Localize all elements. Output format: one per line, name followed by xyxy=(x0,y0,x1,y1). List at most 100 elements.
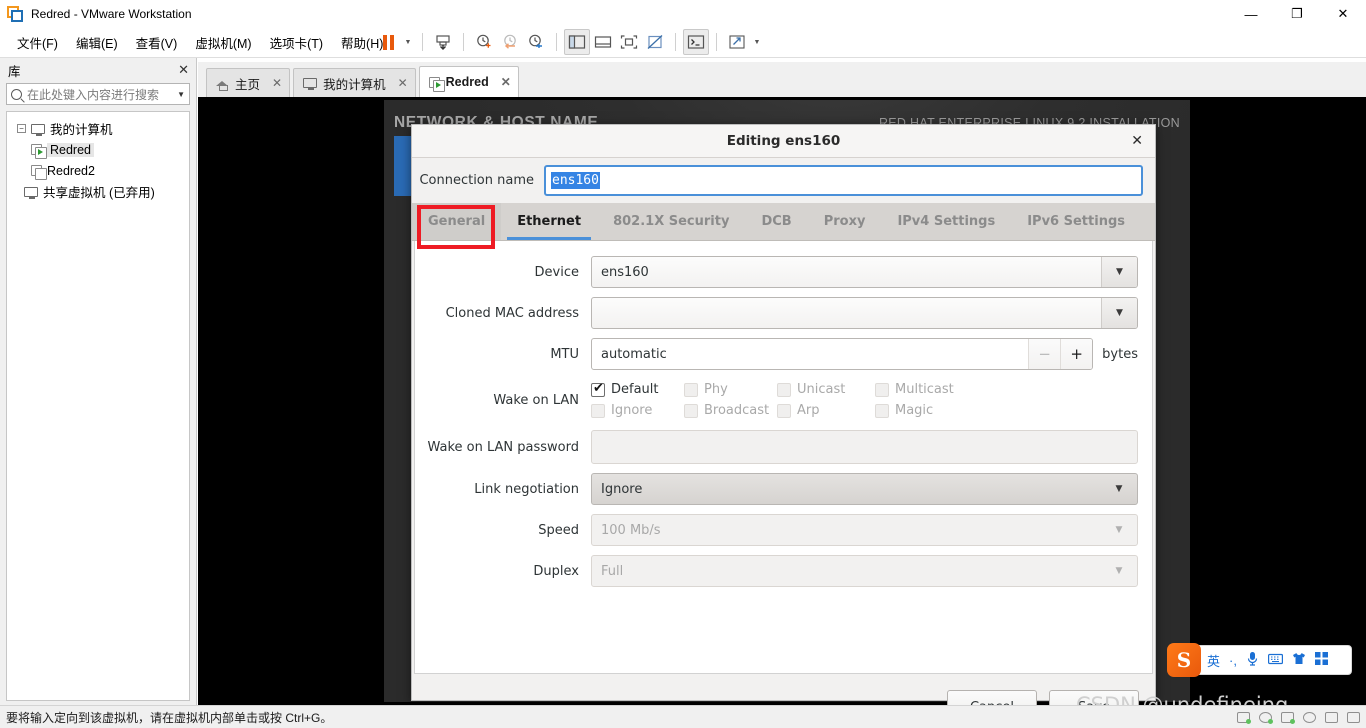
tab-proxy[interactable]: Proxy xyxy=(808,203,882,240)
tab-home[interactable]: 主页 ✕ xyxy=(206,68,291,97)
connection-name-label: Connection name xyxy=(419,173,534,188)
tab-close-icon[interactable]: ✕ xyxy=(501,75,511,89)
unity-mode-icon[interactable] xyxy=(642,29,668,55)
duplex-combobox[interactable]: Full ▼ xyxy=(591,555,1138,587)
wol-option-arp[interactable]: Arp xyxy=(777,403,875,418)
tab-ipv4-settings[interactable]: IPv4 Settings xyxy=(881,203,1011,240)
tab-my-computer[interactable]: 我的计算机 ✕ xyxy=(293,68,416,97)
show-library-icon[interactable] xyxy=(564,29,590,55)
keyboard-icon[interactable] xyxy=(1267,653,1283,668)
checkbox-icon[interactable] xyxy=(684,382,698,397)
microphone-icon[interactable] xyxy=(1246,651,1259,669)
tab-ethernet[interactable]: Ethernet xyxy=(501,203,597,240)
close-button[interactable]: ✕ xyxy=(1320,0,1366,28)
wol-options-row-1: Default Phy Unicast Multicast xyxy=(591,379,1138,400)
cloned-mac-combobox[interactable]: ▼ xyxy=(591,297,1138,329)
shared-vm-icon xyxy=(24,186,38,199)
vmware-workstation-window: Redred - VMware Workstation — ❐ ✕ 文件(F) … xyxy=(0,0,1366,728)
duplex-row: Duplex Full ▼ xyxy=(415,555,1152,587)
sound-card-icon[interactable] xyxy=(1325,711,1338,723)
wol-option-broadcast[interactable]: Broadcast xyxy=(684,403,777,418)
mtu-decrement-button[interactable]: − xyxy=(1028,339,1061,369)
checkbox-icon[interactable] xyxy=(777,403,791,418)
dialog-close-icon[interactable]: ✕ xyxy=(1131,133,1143,149)
speed-label: Speed xyxy=(538,522,579,538)
chevron-down-icon[interactable]: ▼ xyxy=(177,90,185,99)
tab-8021x-security[interactable]: 802.1X Security xyxy=(597,203,745,240)
stretch-icon[interactable] xyxy=(724,29,750,55)
mtu-increment-button[interactable]: + xyxy=(1060,339,1093,369)
speed-value: 100 Mb/s xyxy=(601,522,661,538)
stretch-dropdown-caret[interactable]: ▼ xyxy=(750,39,764,46)
library-search-box[interactable]: 在此处键入内容进行搜索 ▼ xyxy=(6,83,190,105)
tree-expand-toggle[interactable]: − xyxy=(17,124,26,133)
chevron-down-icon[interactable]: ▼ xyxy=(1101,474,1137,504)
wol-options-row-2: Ignore Broadcast Arp Magic xyxy=(591,400,1138,421)
show-thumbnail-bar-icon[interactable] xyxy=(590,29,616,55)
tab-general[interactable]: General xyxy=(412,203,502,240)
checkbox-icon[interactable] xyxy=(875,403,889,418)
wol-option-ignore[interactable]: Ignore xyxy=(591,403,684,418)
link-negotiation-combobox[interactable]: Ignore ▼ xyxy=(591,473,1138,505)
tab-close-icon[interactable]: ✕ xyxy=(398,76,408,90)
mtu-spinner[interactable]: automatic − + xyxy=(591,338,1094,370)
checkbox-icon[interactable] xyxy=(591,403,605,418)
usb-controller-icon[interactable] xyxy=(1303,711,1316,723)
wol-option-unicast[interactable]: Unicast xyxy=(777,382,875,397)
connection-name-input[interactable]: ens160 xyxy=(544,165,1143,196)
apps-grid-icon[interactable] xyxy=(1314,652,1328,668)
fullscreen-icon[interactable] xyxy=(616,29,642,55)
vm-running-icon xyxy=(428,76,445,92)
wol-option-multicast[interactable]: Multicast xyxy=(875,382,957,397)
wake-on-lan-options: Default Phy Unicast Multicast xyxy=(591,379,1138,421)
wol-password-input[interactable] xyxy=(591,430,1138,464)
tab-ipv6-settings[interactable]: IPv6 Settings xyxy=(1011,203,1141,240)
checkbox-icon[interactable] xyxy=(777,382,791,397)
toolbar-separator xyxy=(0,57,1366,58)
skin-icon[interactable] xyxy=(1292,652,1306,668)
hard-disk-icon[interactable] xyxy=(1237,711,1251,724)
console-icon[interactable] xyxy=(683,29,709,55)
maximize-button[interactable]: ❐ xyxy=(1274,0,1320,28)
tree-item-shared-vms[interactable]: 共享虚拟机 (已弃用) xyxy=(7,181,189,202)
pause-button[interactable] xyxy=(375,29,401,55)
checkbox-icon[interactable] xyxy=(684,403,698,418)
wol-option-phy[interactable]: Phy xyxy=(684,382,777,397)
snapshot-revert-icon[interactable] xyxy=(497,29,523,55)
library-close-icon[interactable]: ✕ xyxy=(178,62,189,78)
tab-redred[interactable]: Redred ✕ xyxy=(418,66,519,97)
network-adapter-icon[interactable] xyxy=(1281,711,1295,724)
device-combobox[interactable]: ens160 ▼ xyxy=(591,256,1138,288)
snapshot-settings-icon[interactable] xyxy=(523,29,549,55)
chevron-down-icon[interactable]: ▼ xyxy=(1101,556,1137,586)
link-negotiation-label: Link negotiation xyxy=(474,481,579,497)
snapshot-manager-icon[interactable] xyxy=(471,29,497,55)
sogou-logo-icon[interactable]: S xyxy=(1167,643,1201,677)
tab-dcb[interactable]: DCB xyxy=(745,203,807,240)
ime-punctuation-toggle[interactable]: ·, xyxy=(1229,653,1237,668)
tab-close-icon[interactable]: ✕ xyxy=(272,76,282,90)
pause-dropdown-caret[interactable]: ▼ xyxy=(401,39,415,46)
library-tree: − 我的计算机 Redred Redred2 共享虚拟机 (已弃用) xyxy=(6,111,190,701)
ime-mode-indicator[interactable]: 英 xyxy=(1207,651,1220,670)
cloned-mac-label: Cloned MAC address xyxy=(445,305,579,321)
wake-on-lan-row: Wake on LAN Default Phy Unic xyxy=(415,379,1152,421)
tree-item-redred[interactable]: Redred xyxy=(7,139,189,160)
wol-option-magic[interactable]: Magic xyxy=(875,403,957,418)
cdrom-icon[interactable] xyxy=(1259,711,1273,724)
tree-item-my-computer[interactable]: − 我的计算机 xyxy=(7,118,189,139)
cloned-mac-row: Cloned MAC address ▼ xyxy=(415,297,1152,329)
tree-item-redred2[interactable]: Redred2 xyxy=(7,160,189,181)
checkbox-icon[interactable] xyxy=(591,381,605,397)
speed-row: Speed 100 Mb/s ▼ xyxy=(415,514,1152,546)
window-titlebar: Redred - VMware Workstation — ❐ ✕ xyxy=(0,0,1366,28)
wol-option-default[interactable]: Default xyxy=(591,381,684,397)
checkbox-icon[interactable] xyxy=(875,382,889,397)
printer-icon[interactable] xyxy=(1347,711,1360,723)
speed-combobox[interactable]: 100 Mb/s ▼ xyxy=(591,514,1138,546)
minimize-button[interactable]: — xyxy=(1228,0,1274,28)
snapshot-take-icon[interactable] xyxy=(430,29,456,55)
chevron-down-icon[interactable]: ▼ xyxy=(1101,515,1137,545)
chevron-down-icon[interactable]: ▼ xyxy=(1101,257,1137,287)
chevron-down-icon[interactable]: ▼ xyxy=(1101,298,1137,328)
